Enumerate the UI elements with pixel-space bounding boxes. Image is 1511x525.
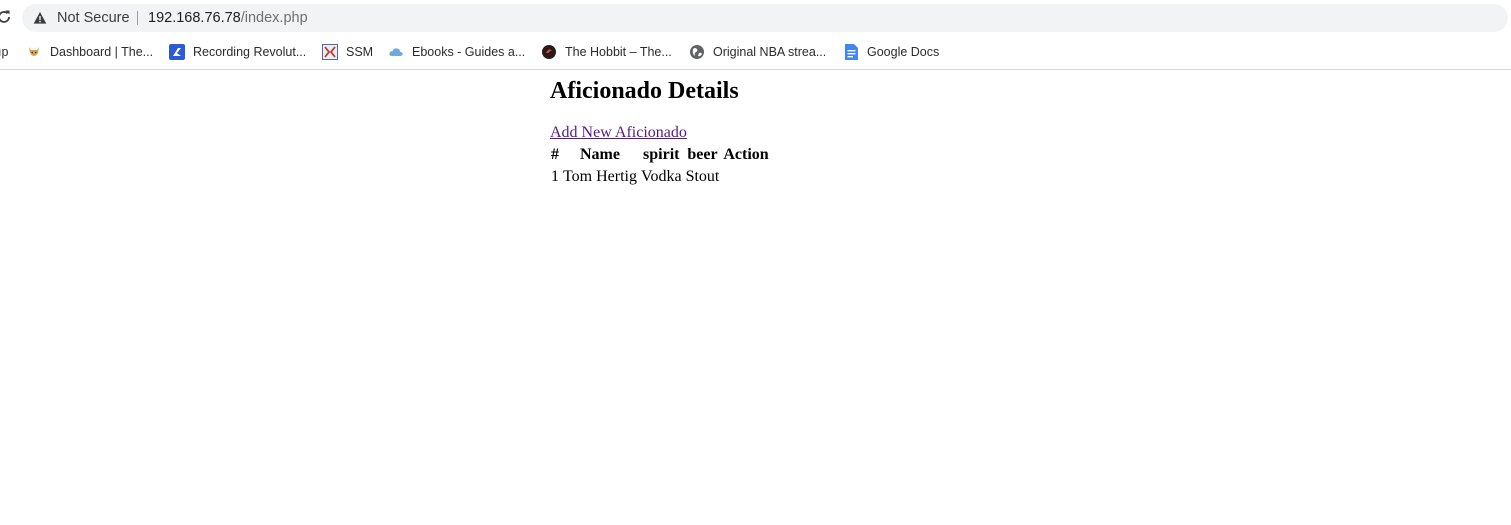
add-aficionado-link[interactable]: Add New Aficionado: [550, 124, 687, 142]
ssm-icon: [322, 44, 338, 60]
docs-icon: [845, 44, 858, 60]
page-title: Aficionado Details: [550, 78, 739, 104]
warning-icon: [33, 12, 47, 24]
globe-icon: [690, 45, 704, 59]
cell-name: Tom Hertig: [563, 168, 637, 185]
url-host: 192.168.76.78: [148, 10, 241, 26]
bookmark-dashboard[interactable]: Dashboard | The...: [50, 43, 153, 61]
bookmark-hobbit[interactable]: The Hobbit – The...: [565, 43, 672, 61]
bookmark-label: ıp: [0, 45, 9, 59]
bookmark-clipped[interactable]: ıp: [0, 43, 8, 61]
bookmark-label: Recording Revolut...: [193, 45, 307, 59]
bookmark-ebooks[interactable]: Ebooks - Guides a...: [412, 43, 525, 61]
bookmark-nba-streams[interactable]: Original NBA strea...: [713, 43, 826, 61]
cell-number: 1: [551, 168, 559, 185]
cell-spirit: Vodka: [640, 168, 682, 185]
column-header-spirit: spirit: [643, 146, 680, 163]
column-header-beer: beer: [687, 146, 718, 163]
bookmark-label: Dashboard | The...: [50, 45, 154, 59]
table-row: 1 Tom Hertig Vodka Stout: [550, 167, 770, 187]
url-text[interactable]: 192.168.76.78/index.php: [148, 9, 308, 27]
bookmark-label: The Hobbit – The...: [565, 45, 672, 59]
cat-icon: [29, 47, 39, 56]
page-content: Aficionado Details Add New Aficionado # …: [550, 76, 772, 189]
bookmark-label: Original NBA strea...: [713, 45, 827, 59]
aficionado-table: # Name spirit beer Action 1 Tom Hertig V…: [548, 143, 772, 189]
browser-chrome: Not Secure 192.168.76.78/index.php ıp Da…: [0, 0, 1511, 70]
url-path: /index.php: [240, 10, 308, 26]
address-bar[interactable]: Not Secure 192.168.76.78/index.php: [22, 4, 1508, 32]
security-label[interactable]: Not Secure: [57, 9, 130, 27]
reload-icon[interactable]: [0, 8, 14, 26]
bookmark-ssm[interactable]: SSM: [346, 43, 373, 61]
column-header-action: Action: [723, 146, 769, 163]
cell-action: [722, 167, 769, 187]
bookmark-label: SSM: [346, 45, 374, 59]
table-header-row: # Name spirit beer Action: [550, 145, 770, 165]
r-logo-icon: [169, 44, 185, 60]
cell-beer: Stout: [685, 168, 720, 185]
column-header-name: Name: [580, 146, 620, 163]
column-header-number: #: [551, 146, 559, 163]
bookmark-label: Google Docs: [867, 45, 940, 59]
bookmark-recording-revolution[interactable]: Recording Revolut...: [193, 43, 306, 61]
hobbit-icon: [542, 45, 556, 59]
bookmark-google-docs[interactable]: Google Docs: [867, 43, 939, 61]
address-divider: [137, 11, 138, 25]
cloud-icon: [389, 48, 403, 56]
bookmark-label: Ebooks - Guides a...: [412, 45, 526, 59]
bookmarks-bar: ıp Dashboard | The... Recording Revolut.…: [0, 40, 1511, 64]
